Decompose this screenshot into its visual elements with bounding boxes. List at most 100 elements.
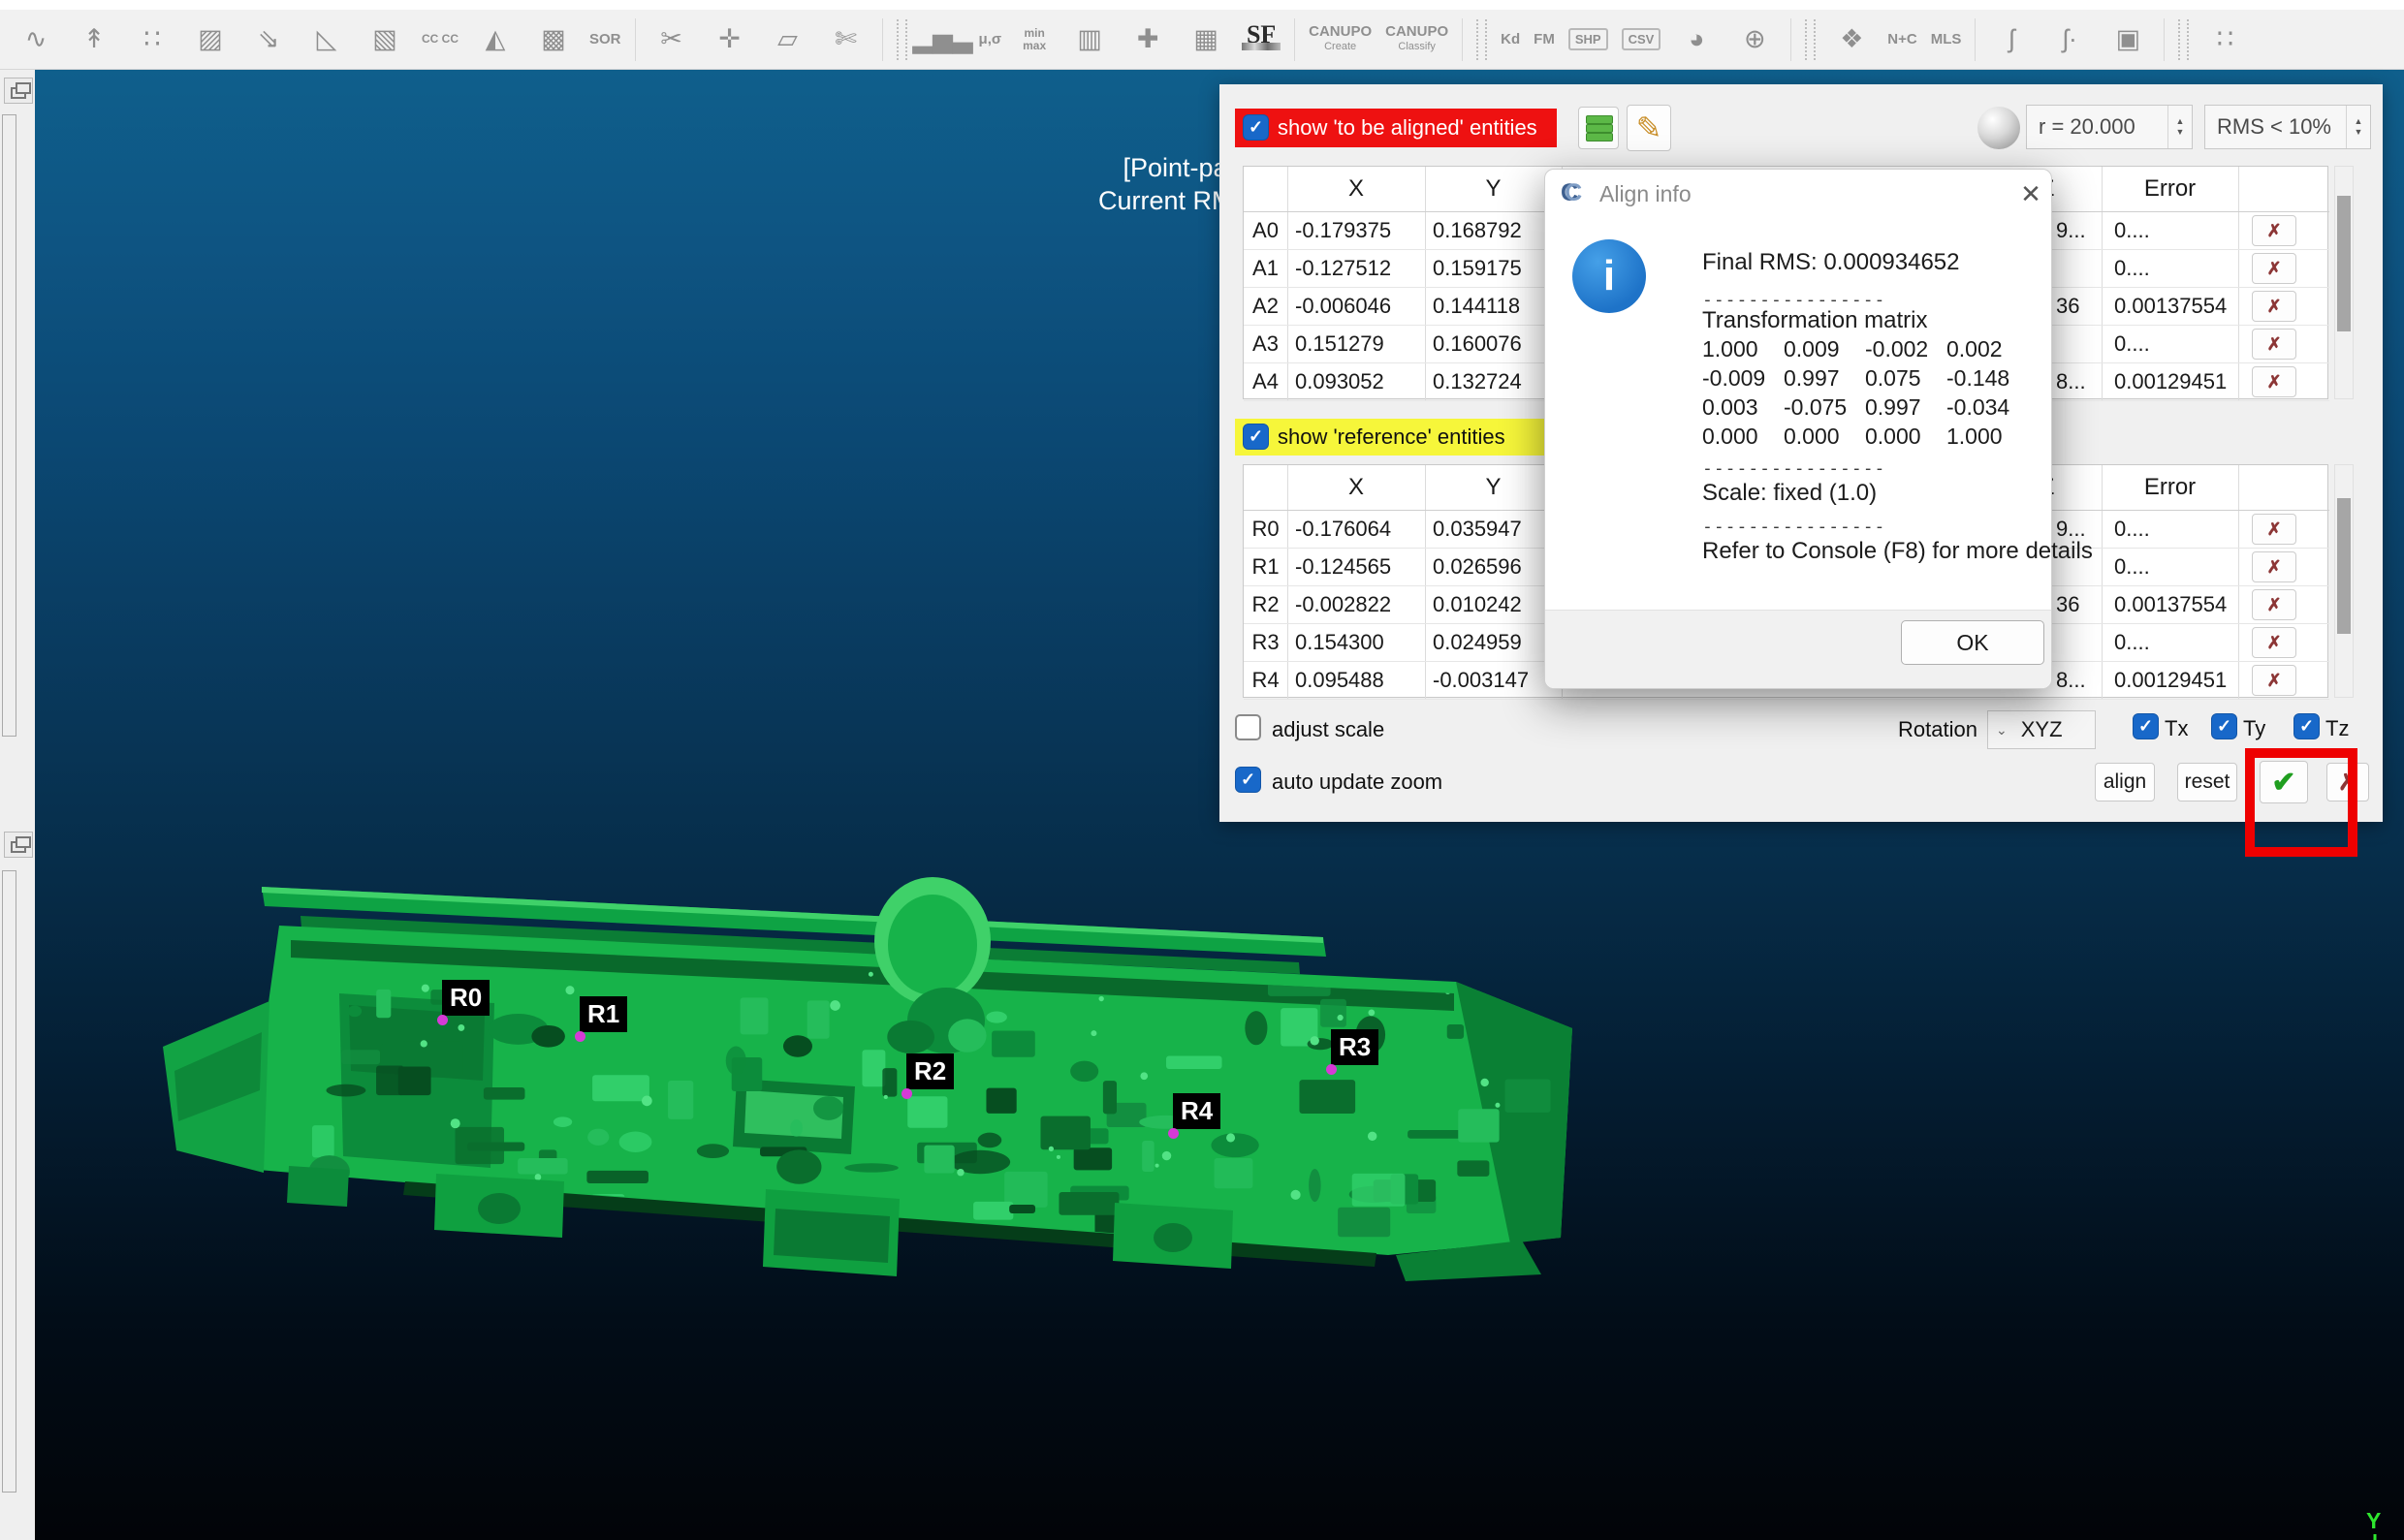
translate-rotate-icon[interactable]: ✛	[708, 17, 752, 62]
info-icon: i	[1572, 239, 1646, 313]
collapsed-dock-panel[interactable]	[2, 114, 16, 737]
collapsed-dock-panel[interactable]	[2, 870, 16, 1493]
delete-point-button[interactable]: ✗	[2252, 366, 2296, 397]
reference-table-scrollbar[interactable]	[2334, 464, 2354, 698]
toggle-ty-checkbox[interactable]: ✓	[2211, 713, 2237, 739]
rotation-label: Rotation	[1898, 717, 1977, 742]
toggle-tz-checkbox[interactable]: ✓	[2293, 713, 2320, 739]
rotation-dropdown[interactable]: ⌄ XYZ	[1987, 710, 2096, 749]
minmax-filter-icon[interactable]: min max	[1015, 17, 1054, 62]
toolbar-separator	[1462, 18, 1463, 61]
delete-point-button[interactable]: ✗	[2252, 329, 2296, 360]
float-windows-icon	[11, 841, 26, 853]
cell-error: 0.00129451	[2114, 661, 2236, 699]
kd-tree-icon[interactable]: Kd	[1501, 17, 1520, 62]
scalar-field-icon[interactable]: SF	[1242, 17, 1281, 62]
show-aligned-checkbox[interactable]: ✓	[1243, 114, 1269, 141]
gauss-stats-icon[interactable]: μ,σ	[979, 17, 1002, 62]
sor-filter-icon[interactable]: SOR	[589, 17, 621, 62]
canupo-classify-icon[interactable]: CANUPOClassify	[1385, 17, 1448, 62]
row-label: A1	[1244, 249, 1287, 287]
cell-x: 0.093052	[1295, 362, 1421, 400]
csv-file-icon[interactable]: CSV	[1622, 17, 1661, 62]
globe-icon[interactable]: ⊕	[1732, 17, 1777, 62]
interactive-segment-icon[interactable]: ✄	[824, 17, 869, 62]
dialog-close-button[interactable]: ✕	[2016, 179, 2045, 208]
shp-file-icon[interactable]: SHP	[1568, 17, 1608, 62]
adjust-scale-label: adjust scale	[1272, 717, 1384, 742]
cell-z-partial: 36	[2056, 287, 2100, 325]
cancel-button[interactable]: ✗	[2326, 763, 2369, 801]
delete-point-button[interactable]: ✗	[2252, 665, 2296, 696]
delete-point-button[interactable]: ✗	[2252, 514, 2296, 545]
radius-field[interactable]: r = 20.000 ▲▼	[2026, 105, 2193, 149]
point-cloud-icon[interactable]: ∷	[130, 17, 174, 62]
cell-error: 0....	[2114, 325, 2236, 362]
green-check-icon: ✔	[2271, 766, 2295, 800]
dock-float-button[interactable]	[4, 78, 33, 104]
radius-spinner[interactable]: ▲▼	[2167, 106, 2192, 148]
delete-point-button[interactable]: ✗	[2252, 589, 2296, 620]
spline-icon[interactable]: ʃ	[1989, 17, 2034, 62]
rms-threshold-field[interactable]: RMS < 10% ▲▼	[2204, 105, 2371, 149]
histogram-icon[interactable]: ▂▅▃	[921, 17, 965, 62]
checker-texture-icon[interactable]: ▩	[531, 17, 576, 62]
pie-chart-icon[interactable]: ◕	[1674, 17, 1719, 62]
mesh-surface-icon[interactable]: ▨	[188, 17, 233, 62]
canupo-create-icon[interactable]: CANUPOCreate	[1309, 17, 1372, 62]
subsample-points-icon[interactable]: ⇘	[246, 17, 291, 62]
validate-button[interactable]: ✔	[2260, 761, 2308, 803]
delete-point-button[interactable]: ✗	[2252, 215, 2296, 246]
cell-error: 0....	[2114, 548, 2236, 585]
separator-text: ----------------	[1702, 458, 1885, 479]
auto-update-zoom-label: auto update zoom	[1272, 770, 1442, 795]
show-aligned-toggle[interactable]: ✓ show 'to be aligned' entities	[1235, 109, 1557, 147]
mesh-sample-icon[interactable]: ◺	[304, 17, 349, 62]
reset-button[interactable]: reset	[2177, 763, 2237, 801]
show-reference-toggle[interactable]: ✓ show 'reference' entities	[1235, 419, 1555, 456]
delete-point-button[interactable]: ✗	[2252, 551, 2296, 582]
calculator-icon[interactable]: ▦	[1184, 17, 1228, 62]
column-header-x: X	[1287, 167, 1425, 211]
point-picking-icon[interactable]: ▧	[363, 17, 407, 62]
auto-update-zoom-checkbox[interactable]: ✓	[1235, 767, 1261, 793]
classification-dots-icon[interactable]: ∷	[2202, 17, 2247, 62]
toolbar-drag-handle[interactable]	[1476, 19, 1487, 60]
aligned-table-scrollbar[interactable]	[2334, 166, 2354, 399]
delete-point-button[interactable]: ✗	[2252, 291, 2296, 322]
cc-compare-icon[interactable]: CC CC	[421, 17, 459, 62]
spline-fit-icon[interactable]: ʃ·	[2047, 17, 2092, 62]
person-height-icon[interactable]: ↟	[72, 17, 116, 62]
show-reference-checkbox[interactable]: ✓	[1243, 424, 1269, 450]
sphere-picking-button[interactable]	[1977, 107, 2020, 149]
rms-spinner[interactable]: ▲▼	[2346, 106, 2370, 148]
mls-icon[interactable]: MLS	[1931, 17, 1962, 62]
edit-pencil-button[interactable]: ✎	[1627, 105, 1671, 151]
toggle-tx-checkbox[interactable]: ✓	[2133, 713, 2159, 739]
row-label: R4	[1244, 661, 1287, 699]
primitives-icon[interactable]: ◭	[473, 17, 518, 62]
fm-icon[interactable]: FM	[1534, 17, 1555, 62]
matrix-value: -0.075	[1784, 394, 1865, 424]
export-point-list-button[interactable]	[1578, 107, 1619, 149]
delete-point-button[interactable]: ✗	[2252, 253, 2296, 284]
ok-button[interactable]: OK	[1901, 620, 2044, 665]
cage-edit-icon[interactable]: ▣	[2105, 17, 2150, 62]
align-button[interactable]: align	[2095, 763, 2155, 801]
dock-float-button[interactable]	[4, 832, 33, 858]
delete-point-button[interactable]: ✗	[2252, 627, 2296, 658]
npc-icon[interactable]: N+C	[1887, 17, 1916, 62]
curve-tool-icon[interactable]: ∿	[14, 17, 58, 62]
matrix-value: -0.034	[1946, 394, 2036, 424]
column-header-error: Error	[2102, 465, 2238, 510]
plugins-icon[interactable]: ❖	[1829, 17, 1874, 62]
toolbar-drag-handle[interactable]	[2178, 19, 2189, 60]
filter-noise-icon[interactable]: ▥	[1067, 17, 1112, 62]
toolbar-drag-handle[interactable]	[897, 19, 907, 60]
toolbar-drag-handle[interactable]	[1805, 19, 1816, 60]
adjust-scale-checkbox[interactable]: ✓	[1235, 714, 1261, 740]
add-point-icon[interactable]: ✚	[1125, 17, 1170, 62]
scissors-segment-icon[interactable]: ✂	[649, 17, 694, 62]
cross-section-icon[interactable]: ▱	[766, 17, 810, 62]
point-label-r4: R4	[1173, 1093, 1220, 1129]
